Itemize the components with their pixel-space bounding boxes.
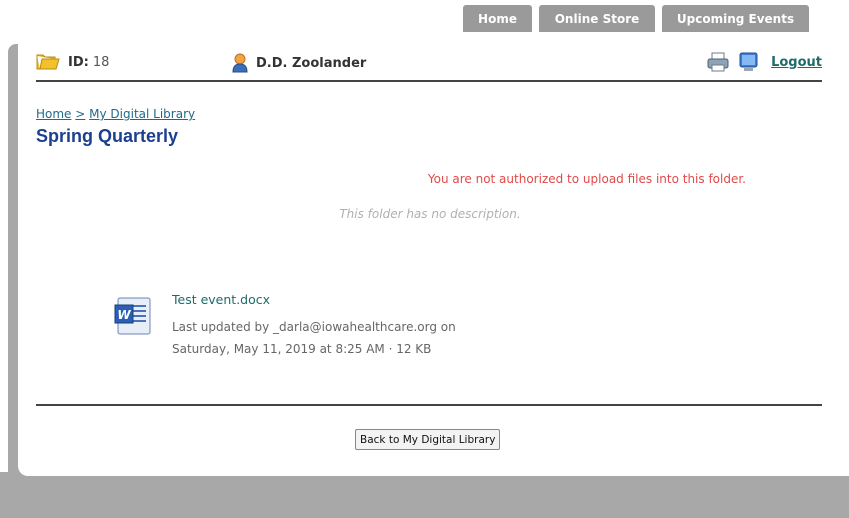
file-updated-by: Last updated by _darla@iowahealthcare.or… (172, 320, 456, 334)
user-icon (232, 53, 248, 73)
id-display: ID: 18 (36, 53, 109, 71)
user-display: D.D. Zoolander (232, 53, 366, 73)
printer-icon[interactable] (707, 52, 729, 72)
folder-description: This folder has no description. (339, 207, 521, 221)
page-title: Spring Quarterly (36, 126, 179, 146)
breadcrumb-separator: > (75, 107, 86, 121)
user-bar: ID: 18 D.D. Zoolander Logout (36, 44, 822, 82)
file-date-size: Saturday, May 11, 2019 at 8:25 AM · 12 K… (172, 342, 432, 356)
word-document-icon[interactable]: W (114, 296, 154, 336)
file-meta: Last updated by _darla@iowahealthcare.or… (172, 316, 512, 360)
error-message: You are not authorized to upload files i… (427, 172, 746, 186)
tab-online-store[interactable]: Online Store (539, 5, 655, 32)
user-name: D.D. Zoolander (256, 55, 367, 71)
tab-upcoming-events[interactable]: Upcoming Events (662, 5, 809, 32)
breadcrumb-home[interactable]: Home (36, 107, 71, 121)
file-name-link[interactable]: Test event.docx (172, 292, 270, 307)
id-label: ID: (68, 54, 89, 70)
divider (36, 404, 822, 406)
breadcrumb-library[interactable]: My Digital Library (89, 107, 195, 121)
logout-link[interactable]: Logout (771, 55, 822, 70)
computer-icon[interactable] (737, 51, 761, 73)
content-card (18, 32, 849, 476)
folder-icon (36, 54, 60, 70)
svg-text:W: W (117, 308, 131, 322)
breadcrumb: Home > My Digital Library (36, 107, 195, 121)
toolbar: Logout (707, 51, 822, 73)
back-to-library-button[interactable]: Back to My Digital Library (355, 429, 501, 450)
tab-home[interactable]: Home (463, 5, 532, 32)
id-value: 18 (92, 54, 110, 70)
